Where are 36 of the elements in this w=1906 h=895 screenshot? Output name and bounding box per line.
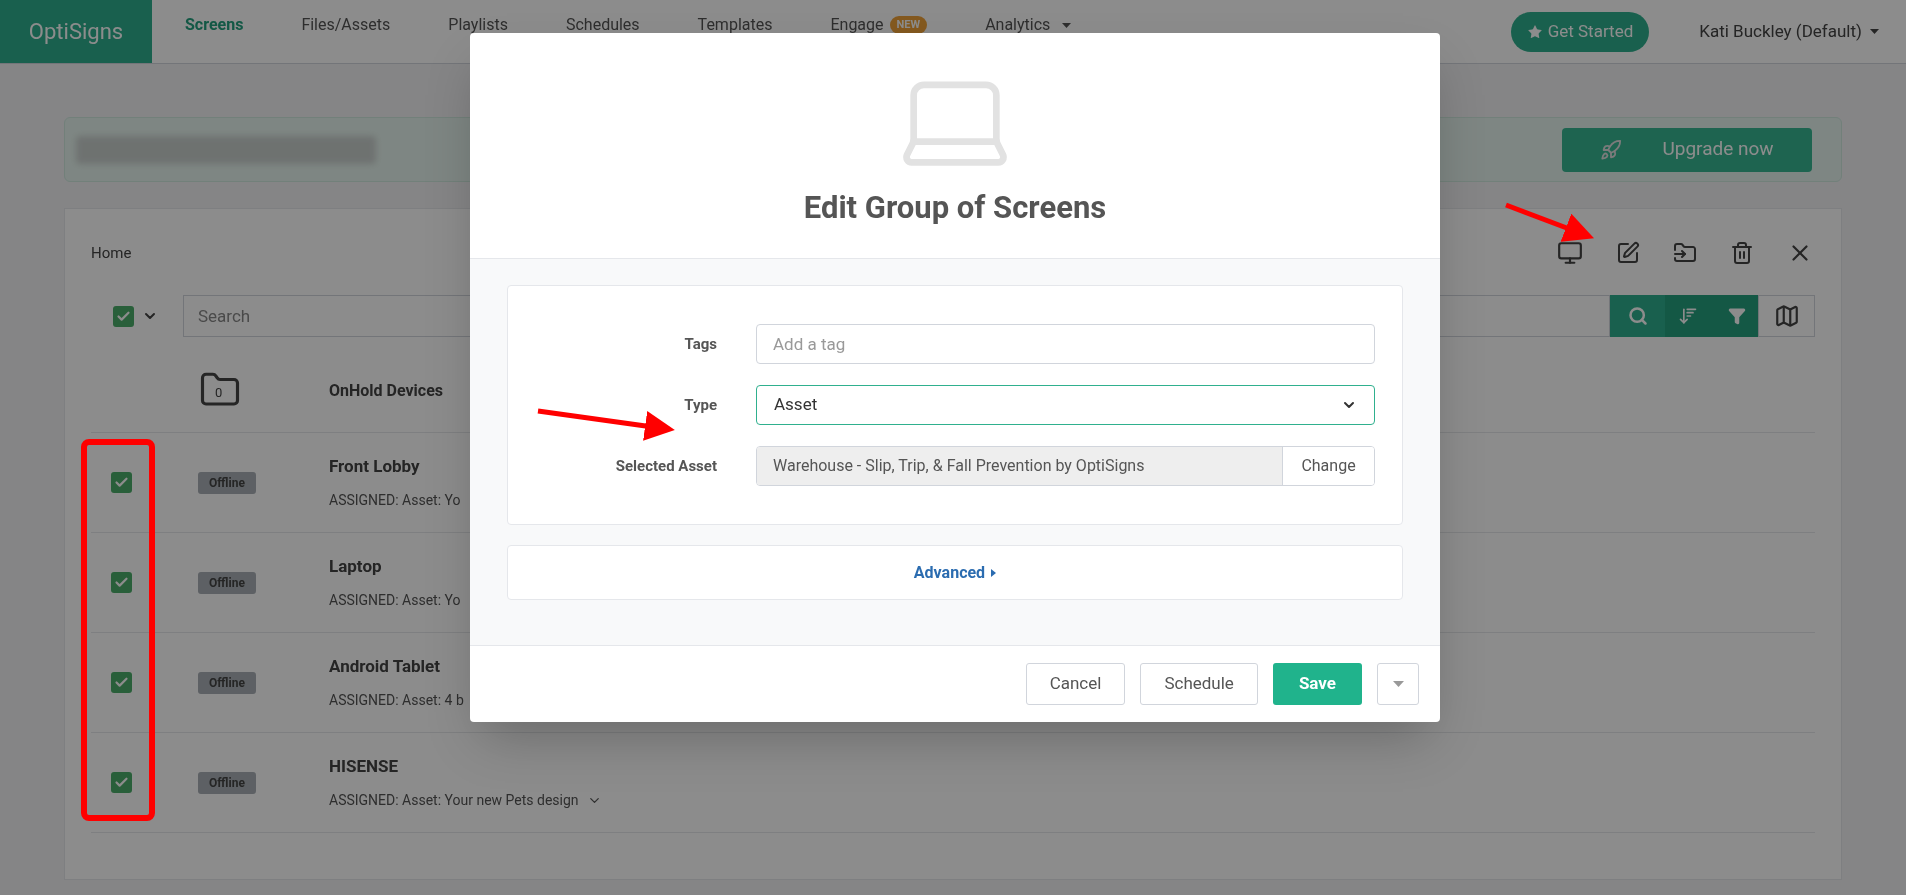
screen-name[interactable]: Laptop <box>329 554 461 580</box>
advanced-toggle[interactable]: Advanced <box>913 560 997 585</box>
screen-name[interactable]: Android Tablet <box>329 654 464 680</box>
save-button[interactable]: Save <box>1272 663 1362 705</box>
nav-tab[interactable]: Templates <box>697 13 773 37</box>
tags-field[interactable]: Add a tag <box>756 324 1375 364</box>
folder-name[interactable]: OnHold Devices <box>329 379 443 403</box>
asset-picker[interactable]: Warehouse - Slip, Trip, & Fall Prevention by OptiSigns Change <box>756 446 1375 486</box>
nav-tab[interactable]: Playlists <box>448 13 508 37</box>
breadcrumb[interactable]: Home <box>91 241 132 265</box>
dialog-button[interactable]: Schedule <box>1140 663 1258 705</box>
assigned-text: ASSIGNED: Asset: Your new Pets design <box>329 790 579 810</box>
nav-tab[interactable]: Files/Assets <box>301 13 391 37</box>
status-badge: Offline <box>198 671 256 694</box>
user-menu[interactable]: Kati Buckley (Default) <box>1699 18 1879 45</box>
nav-tab[interactable]: Schedules <box>565 13 640 37</box>
nav-tab[interactable]: Screens <box>185 13 244 37</box>
nav-tab[interactable]: Engage NEW <box>830 13 928 37</box>
screen-name[interactable]: HISENSE <box>329 754 602 780</box>
dialog-title: Edit Group of Screens <box>803 188 1107 228</box>
nav-tab[interactable]: Analytics <box>985 13 1072 37</box>
type-select[interactable]: Asset <box>756 385 1375 425</box>
screen-name[interactable]: Front Lobby <box>329 454 461 480</box>
field-label: Selected Asset <box>614 455 718 477</box>
dialog-button[interactable]: Cancel <box>1025 663 1126 705</box>
assigned-text: ASSIGNED: Asset: 4 b <box>329 690 464 710</box>
selected-asset-value: Warehouse - Slip, Trip, & Fall Prevention by OptiSigns <box>757 447 1282 485</box>
field-label: Tags <box>683 333 718 355</box>
field-label: Type <box>683 394 718 416</box>
folder-count: 0 <box>215 384 223 402</box>
status-badge: Offline <box>198 471 256 494</box>
assigned-text: ASSIGNED: Asset: Yo <box>329 590 461 610</box>
assigned-text: ASSIGNED: Asset: Yo <box>329 490 461 510</box>
status-badge: Offline <box>198 771 256 794</box>
status-badge: Offline <box>198 571 256 594</box>
change-button[interactable]: Change <box>1282 447 1374 485</box>
